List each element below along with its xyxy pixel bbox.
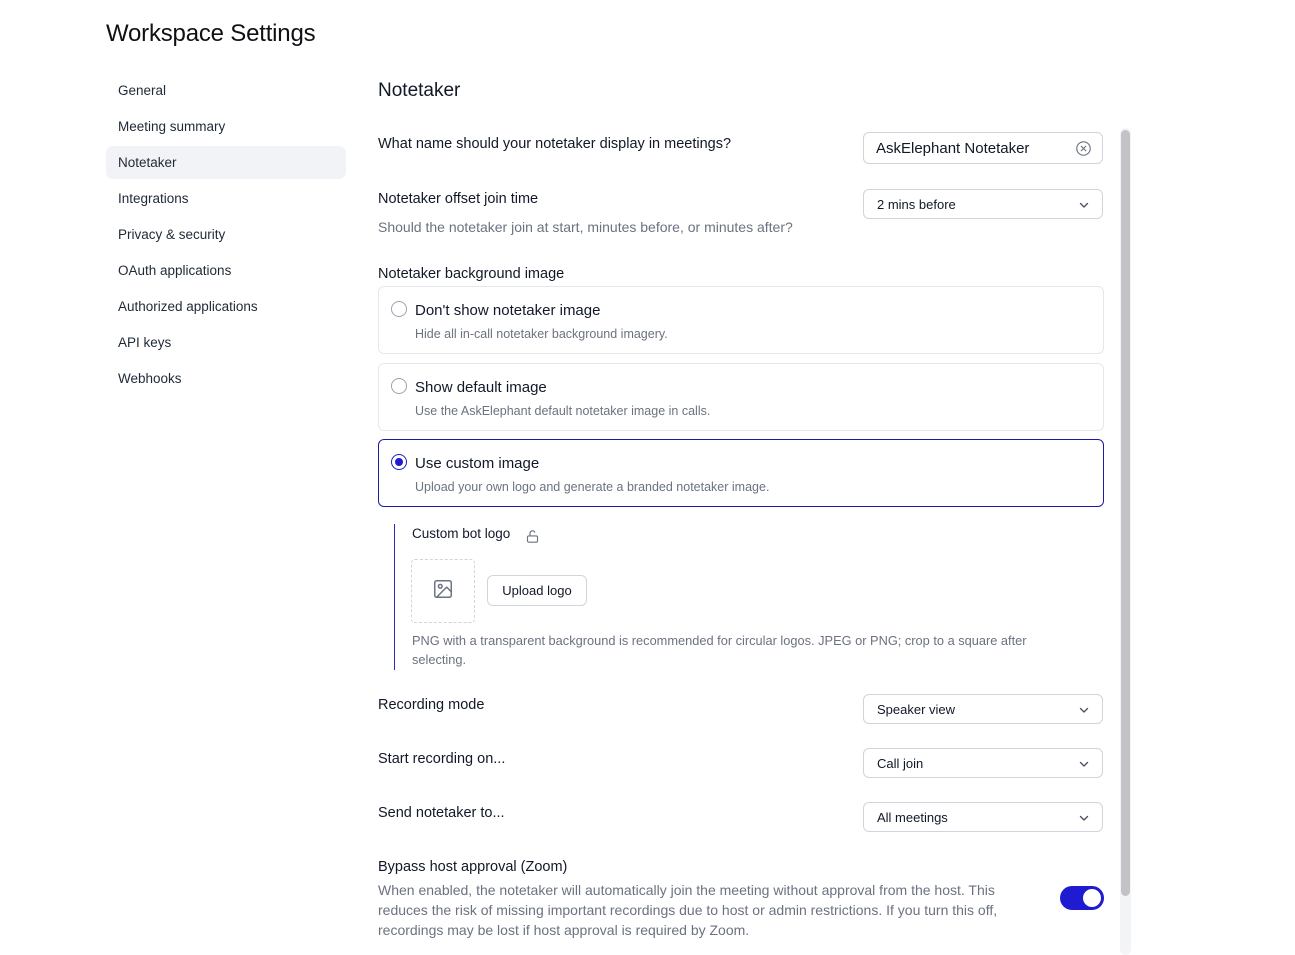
sidebar-item-webhooks[interactable]: Webhooks bbox=[106, 362, 346, 395]
start-recording-select[interactable]: Call join bbox=[863, 748, 1103, 778]
offset-join-label: Notetaker offset join time bbox=[378, 191, 539, 207]
option-description: Hide all in-call notetaker background im… bbox=[415, 327, 668, 341]
send-notetaker-value: All meetings bbox=[877, 809, 948, 825]
option-description: Upload your own logo and generate a bran… bbox=[415, 480, 770, 494]
section-title: Notetaker bbox=[378, 80, 461, 101]
send-notetaker-select[interactable]: All meetings bbox=[863, 802, 1103, 832]
sidebar-item-privacy-security[interactable]: Privacy & security bbox=[106, 218, 346, 251]
sidebar-item-api-keys[interactable]: API keys bbox=[106, 326, 346, 359]
logo-placeholder bbox=[411, 559, 475, 623]
display-name-input[interactable]: AskElephant Notetaker bbox=[863, 132, 1103, 164]
sidebar-item-notetaker[interactable]: Notetaker bbox=[106, 146, 346, 179]
custom-logo-help: PNG with a transparent background is rec… bbox=[412, 633, 1027, 667]
recording-mode-value: Speaker view bbox=[877, 701, 956, 717]
offset-join-select[interactable]: 2 mins before bbox=[863, 189, 1103, 219]
option-default-image[interactable]: Show default image Use the AskElephant d… bbox=[378, 363, 1104, 431]
display-name-label: What name should your notetaker display … bbox=[378, 136, 732, 152]
option-custom-image[interactable]: Use custom image Upload your own logo an… bbox=[378, 439, 1104, 507]
option-title: Use custom image bbox=[415, 455, 540, 472]
toggle-knob bbox=[1083, 889, 1101, 907]
chevron-down-icon bbox=[1078, 704, 1090, 716]
chevron-down-icon bbox=[1078, 812, 1090, 824]
custom-logo-section: Custom bot logo Upload logo PNG with a t… bbox=[394, 524, 1084, 670]
sidebar-item-authorized-applications[interactable]: Authorized applications bbox=[106, 290, 346, 323]
option-no-image[interactable]: Don't show notetaker image Hide all in-c… bbox=[378, 286, 1104, 354]
start-recording-label: Start recording on... bbox=[378, 751, 506, 767]
recording-mode-label: Recording mode bbox=[378, 697, 485, 713]
option-title: Don't show notetaker image bbox=[415, 302, 601, 319]
sidebar-item-integrations[interactable]: Integrations bbox=[106, 182, 346, 215]
image-icon bbox=[432, 578, 454, 605]
option-title: Show default image bbox=[415, 379, 547, 396]
bypass-host-label: Bypass host approval (Zoom) bbox=[378, 859, 568, 875]
radio-no-image[interactable] bbox=[391, 301, 407, 317]
unlock-icon[interactable] bbox=[525, 529, 540, 544]
radio-default-image[interactable] bbox=[391, 378, 407, 394]
upload-logo-button[interactable]: Upload logo bbox=[487, 575, 587, 606]
chevron-down-icon bbox=[1078, 758, 1090, 770]
sidebar-item-oauth-applications[interactable]: OAuth applications bbox=[106, 254, 346, 287]
bypass-host-description: When enabled, the notetaker will automat… bbox=[378, 882, 998, 938]
custom-logo-label: Custom bot logo bbox=[412, 526, 511, 541]
page-title: Workspace Settings bbox=[106, 20, 316, 47]
x-circle-icon[interactable] bbox=[1075, 140, 1092, 157]
settings-content: Notetaker What name should your notetake… bbox=[378, 0, 1105, 955]
offset-join-value: 2 mins before bbox=[877, 196, 956, 212]
background-image-label: Notetaker background image bbox=[378, 266, 565, 282]
send-notetaker-label: Send notetaker to... bbox=[378, 805, 505, 821]
sidebar-item-meeting-summary[interactable]: Meeting summary bbox=[106, 110, 346, 143]
settings-sidebar: General Meeting summary Notetaker Integr… bbox=[106, 74, 346, 398]
radio-custom-image[interactable] bbox=[391, 454, 407, 470]
chevron-down-icon bbox=[1078, 199, 1090, 211]
option-description: Use the AskElephant default notetaker im… bbox=[415, 404, 711, 418]
sidebar-item-general[interactable]: General bbox=[106, 74, 346, 107]
start-recording-value: Call join bbox=[877, 755, 924, 771]
display-name-value: AskElephant Notetaker bbox=[876, 139, 1030, 157]
scrollbar-thumb[interactable] bbox=[1121, 130, 1130, 896]
offset-join-help: Should the notetaker join at start, minu… bbox=[378, 219, 793, 235]
recording-mode-select[interactable]: Speaker view bbox=[863, 694, 1103, 724]
bypass-host-toggle[interactable] bbox=[1060, 886, 1104, 910]
